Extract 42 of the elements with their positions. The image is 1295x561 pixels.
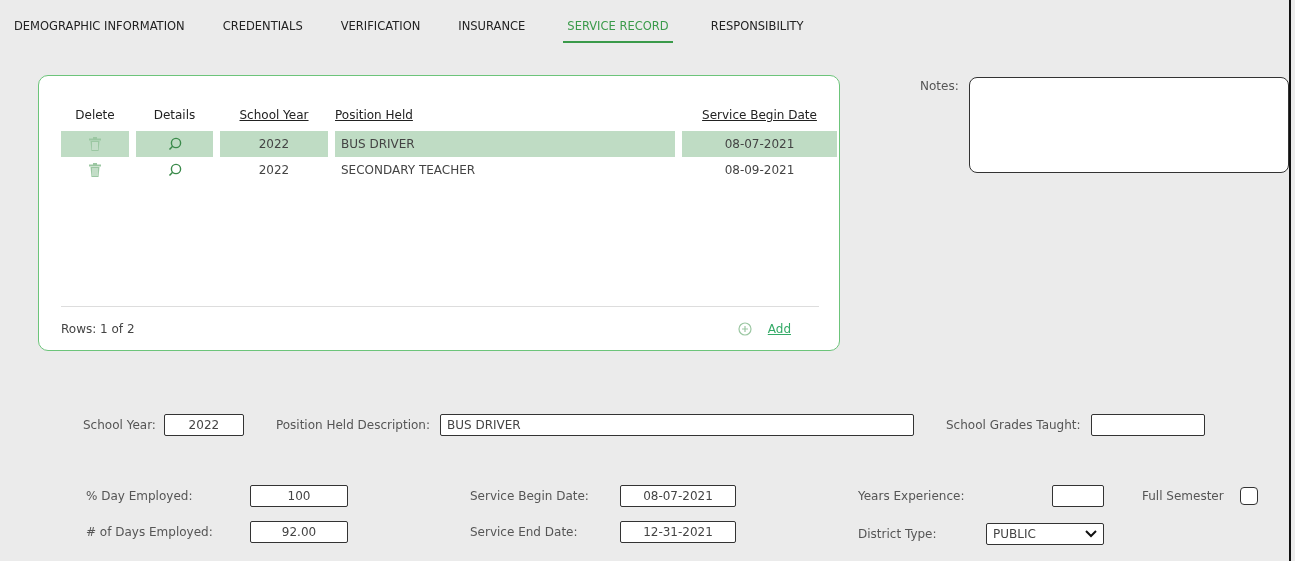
column-header-link[interactable]: Position Held	[335, 102, 675, 128]
table-cell-text: SECONDARY TEACHER	[340, 162, 477, 179]
tab[interactable]: RESPONSIBILITY	[710, 0, 804, 44]
tab[interactable]: INSURANCE	[458, 0, 526, 44]
checkbox[interactable]	[1239, 487, 1258, 505]
column-header-link[interactable]: Service Begin Date	[682, 102, 837, 128]
tab[interactable]: DEMOGRAPHIC INFORMATION	[14, 0, 185, 44]
field-label: School Grades Taught:	[946, 417, 1081, 434]
field-label: # of Days Employed:	[86, 524, 213, 541]
input-field[interactable]	[1090, 414, 1205, 436]
table-cell-text: 2022	[257, 162, 291, 179]
input-field[interactable]: 92.00	[250, 521, 348, 543]
input-field[interactable]: 100	[250, 485, 348, 507]
table-cell: 2022	[220, 131, 328, 157]
chevron-down-icon	[1085, 530, 1097, 538]
field-label: Years Experience:	[858, 488, 965, 505]
column-header-link[interactable]: School Year	[220, 102, 328, 128]
field-label: School Year:	[83, 417, 156, 434]
notes-field[interactable]	[968, 77, 1289, 173]
field-label: District Type:	[858, 526, 937, 543]
field-label: % Day Employed:	[86, 488, 193, 505]
input-field[interactable]	[1052, 485, 1104, 507]
row-count: Rows: 1 of 2	[61, 320, 135, 338]
input-field[interactable]: 08-07-2021	[620, 485, 736, 507]
district-type-dropdown[interactable]: PUBLIC	[986, 523, 1104, 545]
input-field[interactable]: BUS DRIVER	[440, 414, 914, 436]
input-field[interactable]: 12-31-2021	[620, 521, 736, 543]
column-header: Delete	[74, 107, 116, 124]
search-icon[interactable]	[167, 163, 182, 177]
field-label: Full Semester	[1142, 488, 1224, 505]
field-label: Position Held Description:	[275, 417, 430, 434]
input-field[interactable]: 2022	[163, 414, 244, 436]
search-icon[interactable]	[167, 137, 182, 151]
table-cell-text: 08-09-2021	[723, 162, 796, 179]
tab[interactable]: VERIFICATION	[340, 0, 421, 44]
field-label: Service End Date:	[470, 524, 578, 541]
table-cell: BUS DRIVER	[335, 131, 675, 157]
field-label: Service Begin Date:	[470, 488, 589, 505]
table-cell: 08-07-2021	[682, 131, 837, 157]
tab[interactable]: CREDENTIALS	[222, 0, 303, 44]
notes-label: Notes:	[920, 78, 959, 95]
column-header: Details	[152, 107, 197, 124]
